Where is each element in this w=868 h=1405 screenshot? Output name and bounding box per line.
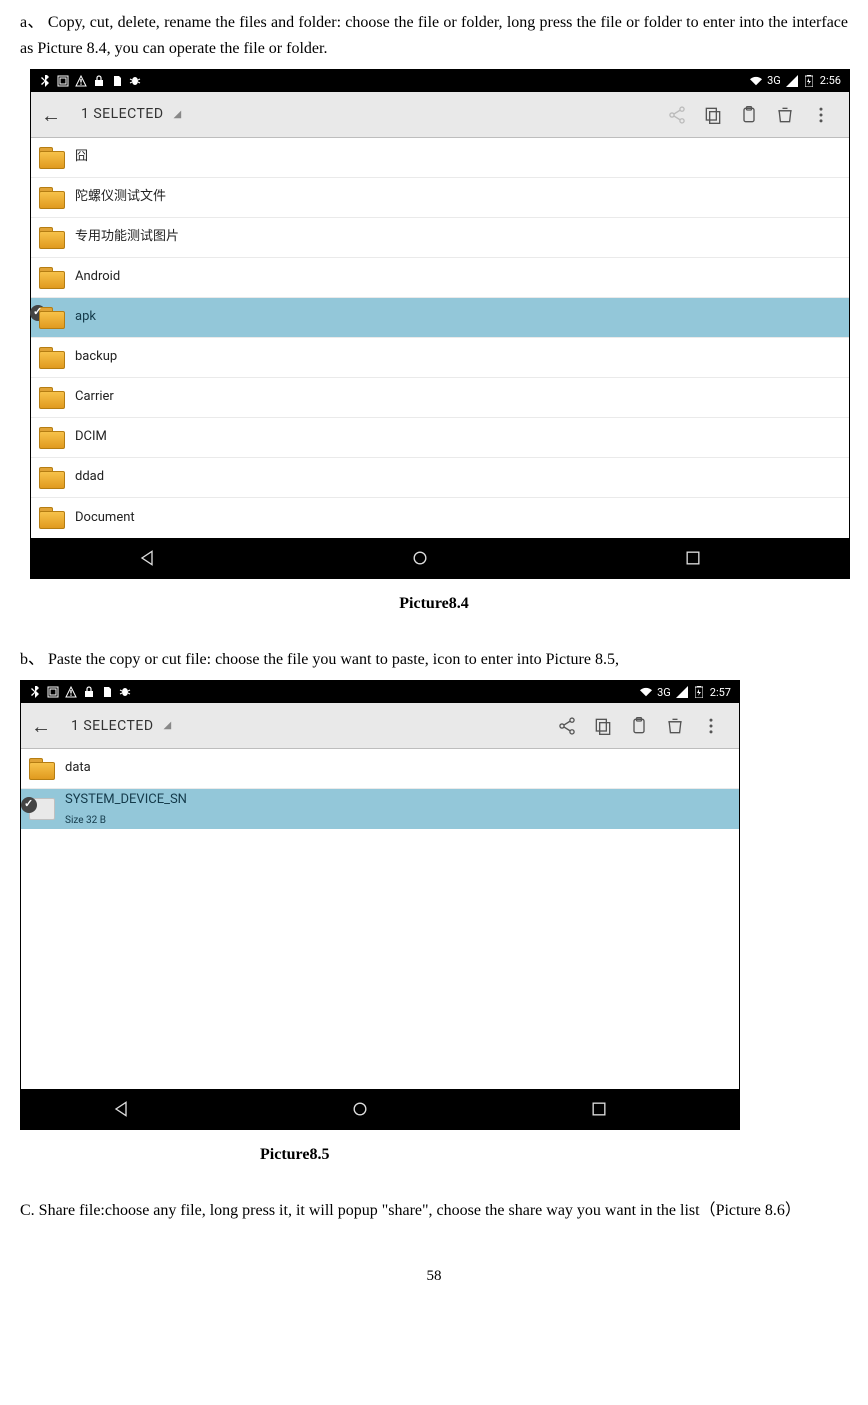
- file-name: ddad: [75, 467, 104, 488]
- file-row[interactable]: DCIM: [31, 418, 849, 458]
- bug-icon: [119, 686, 131, 698]
- file-row[interactable]: SYSTEM_DEVICE_SN Size 32 B: [21, 789, 739, 829]
- file-row[interactable]: data: [21, 749, 739, 789]
- folder-icon: [39, 467, 65, 489]
- sd-icon: [111, 75, 123, 87]
- delete-icon[interactable]: [657, 708, 693, 744]
- nav-bar: [21, 1089, 739, 1129]
- screenshot-icon: [57, 75, 69, 87]
- file-name: DCIM: [75, 427, 107, 448]
- battery-icon: [693, 686, 705, 698]
- file-row[interactable]: Android: [31, 258, 849, 298]
- paragraph-a: a、 Copy, cut, delete, rename the files a…: [20, 10, 848, 61]
- network-label: 3G: [767, 72, 781, 90]
- battery-icon: [803, 75, 815, 87]
- file-row[interactable]: 陀螺仪测试文件: [31, 178, 849, 218]
- clock-label: 2:56: [820, 72, 841, 90]
- share-icon[interactable]: [659, 97, 695, 133]
- sd-icon: [101, 686, 113, 698]
- file-row[interactable]: 囧: [31, 138, 849, 178]
- nav-recent-icon[interactable]: [589, 1099, 649, 1119]
- overflow-icon[interactable]: [803, 97, 839, 133]
- share-icon[interactable]: [549, 708, 585, 744]
- copy-icon[interactable]: [695, 97, 731, 133]
- paragraph-c: C. Share file:choose any file, long pres…: [20, 1198, 848, 1224]
- bluetooth-icon: [39, 75, 51, 87]
- paragraph-b: b、 Paste the copy or cut file: choose th…: [20, 647, 848, 673]
- file-name: backup: [75, 347, 117, 368]
- file-name: Android: [75, 267, 120, 288]
- file-row[interactable]: Carrier: [31, 378, 849, 418]
- file-name: 专用功能测试图片: [75, 227, 179, 248]
- folder-icon: [39, 307, 65, 329]
- file-row[interactable]: 专用功能测试图片: [31, 218, 849, 258]
- warning-icon: [75, 75, 87, 87]
- copy-icon[interactable]: [585, 708, 621, 744]
- overflow-icon[interactable]: [693, 708, 729, 744]
- bug-icon: [129, 75, 141, 87]
- folder-icon: [39, 227, 65, 249]
- folder-icon: [29, 758, 55, 780]
- nav-back-icon[interactable]: [111, 1099, 171, 1119]
- folder-icon: [39, 187, 65, 209]
- selection-count: 1 SELECTED: [81, 103, 164, 125]
- folder-icon: [39, 347, 65, 369]
- selection-count: 1 SELECTED: [71, 715, 154, 737]
- file-row[interactable]: Document: [31, 498, 849, 538]
- lock-icon: [83, 686, 95, 698]
- file-row[interactable]: backup: [31, 338, 849, 378]
- file-row[interactable]: apk: [31, 298, 849, 338]
- dropdown-indicator-icon[interactable]: ◢: [174, 107, 182, 123]
- clock-label: 2:57: [710, 684, 731, 702]
- file-name: Carrier: [75, 387, 114, 408]
- selection-toolbar: ← 1 SELECTED ◢: [31, 92, 849, 138]
- lock-icon: [93, 75, 105, 87]
- network-label: 3G: [657, 684, 671, 702]
- file-icon: [29, 798, 55, 820]
- dropdown-indicator-icon[interactable]: ◢: [164, 718, 172, 734]
- file-name: apk: [75, 307, 96, 328]
- status-bar: 3G 2:57: [21, 681, 739, 703]
- folder-icon: [39, 267, 65, 289]
- bluetooth-icon: [29, 686, 41, 698]
- signal-icon: [786, 75, 798, 87]
- screenshot-icon: [47, 686, 59, 698]
- nav-recent-icon[interactable]: [683, 548, 743, 568]
- folder-icon: [39, 427, 65, 449]
- selection-toolbar: ← 1 SELECTED ◢: [21, 703, 739, 749]
- nav-bar: [31, 538, 849, 578]
- screenshot-b: 3G 2:57 ← 1 SELECTED ◢ data SYSTEM_DEVICE…: [20, 680, 740, 1130]
- nav-home-icon[interactable]: [410, 548, 470, 568]
- nav-home-icon[interactable]: [350, 1099, 410, 1119]
- file-name: SYSTEM_DEVICE_SN: [65, 790, 187, 811]
- delete-icon[interactable]: [767, 97, 803, 133]
- file-name: 囧: [75, 147, 88, 168]
- file-list-a: 囧陀螺仪测试文件专用功能测试图片 Android apk backup Carrier D…: [31, 138, 849, 538]
- back-icon[interactable]: ←: [31, 710, 51, 742]
- file-list-b: data SYSTEM_DEVICE_SN Size 32 B: [21, 749, 739, 829]
- status-bar: 3G 2:56: [31, 70, 849, 92]
- paste-icon[interactable]: [621, 708, 657, 744]
- wifi-icon: [750, 75, 762, 87]
- folder-icon: [39, 147, 65, 169]
- caption-b: Picture8.5: [20, 1142, 848, 1168]
- nav-back-icon[interactable]: [137, 548, 197, 568]
- wifi-icon: [640, 686, 652, 698]
- file-name: Document: [75, 508, 135, 529]
- signal-icon: [676, 686, 688, 698]
- folder-icon: [39, 387, 65, 409]
- paste-icon[interactable]: [731, 97, 767, 133]
- file-meta: Size 32 B: [65, 813, 187, 829]
- empty-space: [21, 829, 739, 1089]
- folder-icon: [39, 507, 65, 529]
- file-name: 陀螺仪测试文件: [75, 187, 166, 208]
- warning-icon: [65, 686, 77, 698]
- caption-a: Picture8.4: [20, 591, 848, 617]
- file-name: data: [65, 758, 91, 779]
- back-icon[interactable]: ←: [41, 99, 61, 131]
- file-row[interactable]: ddad: [31, 458, 849, 498]
- screenshot-a: 3G 2:56 ← 1 SELECTED ◢ 囧陀螺仪测试文件专用功能测试图片 A…: [30, 69, 850, 579]
- page-number: 58: [20, 1264, 848, 1288]
